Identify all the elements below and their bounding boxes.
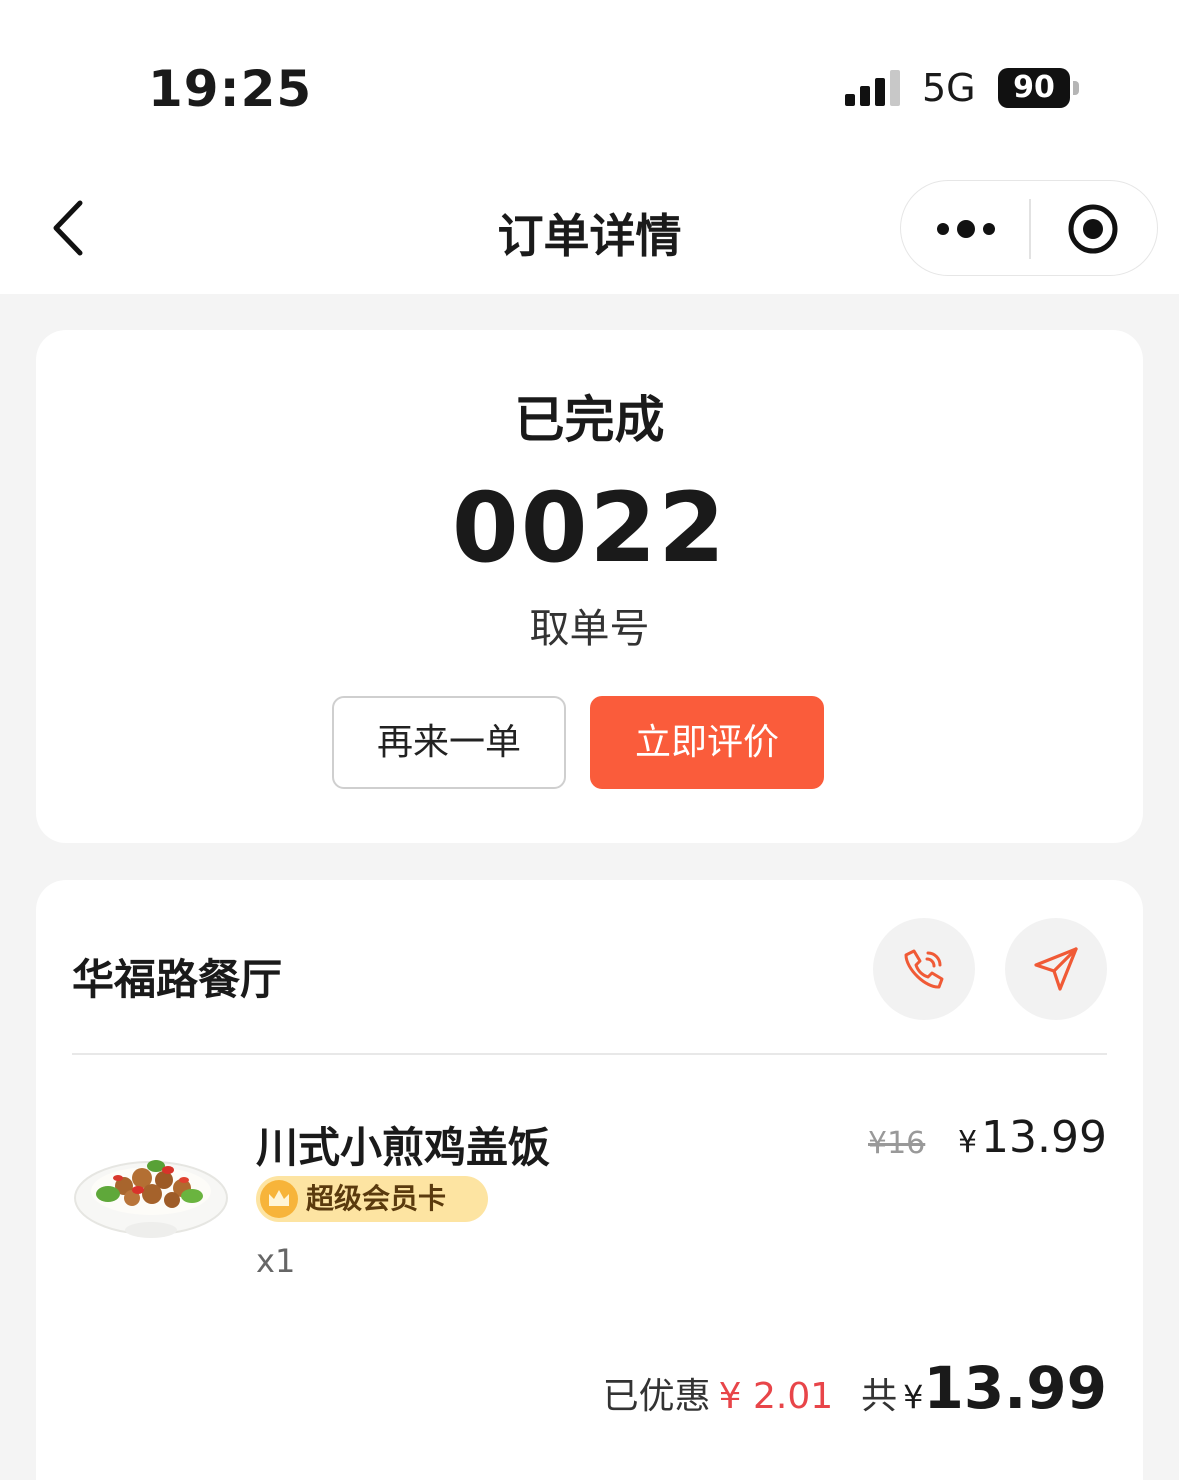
discount-label: 已优惠 xyxy=(602,1376,711,1417)
battery-tip xyxy=(1073,81,1079,95)
vip-badge: 超级会员卡 xyxy=(256,1176,488,1222)
price-value: 13.99 xyxy=(981,1112,1107,1163)
reorder-button[interactable]: 再来一单 xyxy=(332,696,566,789)
network-type: 5G xyxy=(922,66,976,110)
review-button[interactable]: 立即评价 xyxy=(590,696,824,789)
phone-call-icon xyxy=(904,949,944,989)
status-time: 19:25 xyxy=(148,60,313,118)
currency-symbol: ¥ xyxy=(957,1125,978,1160)
status-bar: 19:25 5G 90 xyxy=(0,0,1179,160)
battery-level: 90 xyxy=(998,68,1070,108)
total-label: 共 xyxy=(861,1376,898,1417)
dish-image xyxy=(74,1160,228,1238)
order-summary: 已优惠 ¥ 2.01 共 ¥13.99 xyxy=(603,1354,1107,1422)
mini-program-capsule xyxy=(900,180,1158,276)
current-price: ¥13.99 xyxy=(958,1112,1107,1163)
call-store-button[interactable] xyxy=(873,918,975,1020)
order-status-card: 已完成 0022 取单号 再来一单 立即评价 xyxy=(36,330,1143,843)
original-price: ¥16 xyxy=(868,1126,926,1161)
total-amount: 13.99 xyxy=(923,1354,1107,1422)
section-divider xyxy=(72,1053,1107,1055)
discount-amount: ¥ 2.01 xyxy=(718,1376,834,1417)
target-circle-icon[interactable] xyxy=(1067,203,1119,255)
navigation-bar: 订单详情 xyxy=(0,160,1179,294)
pickup-number-label: 取单号 xyxy=(529,606,650,652)
order-status: 已完成 xyxy=(514,391,665,449)
dish-quantity: x1 xyxy=(256,1242,296,1280)
vip-badge-label: 超级会员卡 xyxy=(306,1182,447,1215)
pickup-number: 0022 xyxy=(451,472,728,584)
order-items-card: 华福路餐厅 川式小煎鸡盖饭 超级会员卡 x1 ¥16 ¥13.99 已优惠 ¥ … xyxy=(36,880,1143,1480)
navigation-arrow-icon xyxy=(1034,947,1078,991)
navigate-store-button[interactable] xyxy=(1005,918,1107,1020)
total-currency: ¥ xyxy=(903,1378,924,1416)
crown-icon xyxy=(260,1180,298,1218)
dish-name: 川式小煎鸡盖饭 xyxy=(256,1123,551,1172)
capsule-divider xyxy=(1029,199,1031,259)
store-name: 华福路餐厅 xyxy=(72,955,283,1004)
signal-bars-icon xyxy=(845,70,900,106)
more-dots-icon[interactable] xyxy=(931,209,1001,249)
battery-icon: 90 xyxy=(998,68,1082,108)
